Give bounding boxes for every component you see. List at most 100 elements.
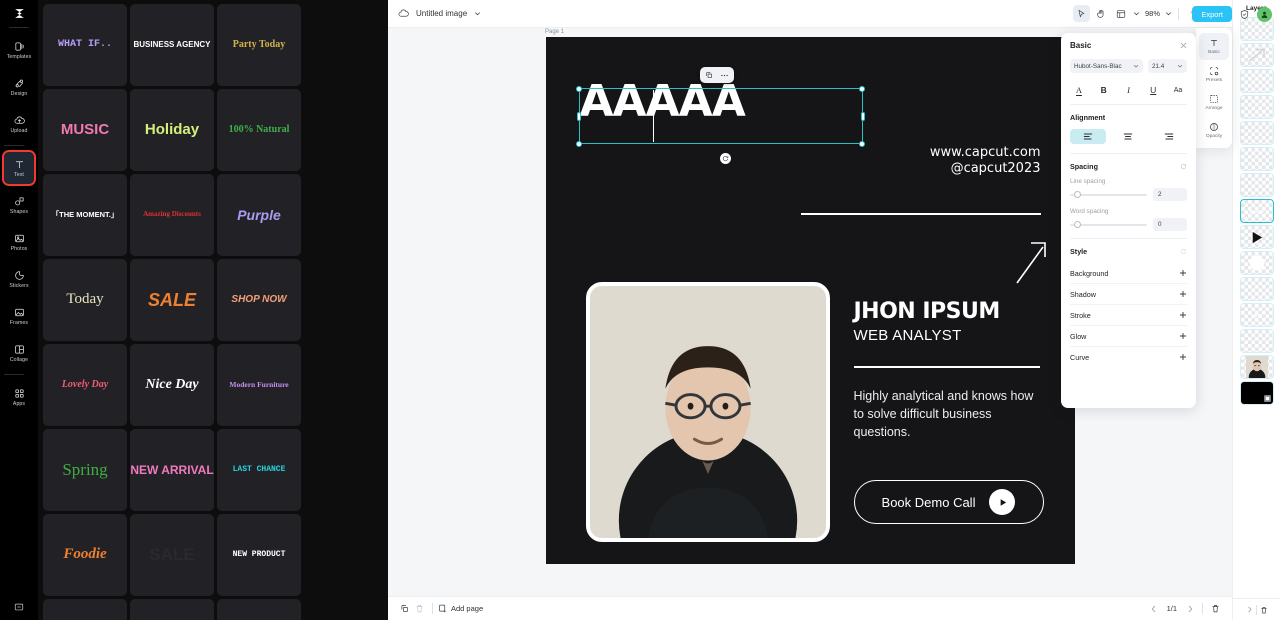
plus-icon[interactable] xyxy=(1179,311,1187,319)
layers-next-icon[interactable] xyxy=(1246,606,1253,613)
layer-empty-3[interactable] xyxy=(1239,95,1274,119)
layer-empty-2[interactable] xyxy=(1239,69,1274,93)
layer-arrow[interactable] xyxy=(1239,43,1274,67)
text-template-8[interactable]: Purple xyxy=(217,174,301,256)
align-left-button[interactable] xyxy=(1070,129,1107,144)
arrow-shape[interactable] xyxy=(1013,237,1053,287)
layer-circle[interactable] xyxy=(1239,251,1274,275)
shield-icon[interactable] xyxy=(1239,9,1250,20)
layer-play[interactable] xyxy=(1239,225,1274,249)
text-template-23[interactable]: SALE xyxy=(217,599,301,620)
trash-icon[interactable] xyxy=(1208,601,1223,616)
layer-photo[interactable] xyxy=(1239,355,1274,379)
resize-handle-top-left[interactable] xyxy=(576,85,582,92)
layer-empty-5[interactable] xyxy=(1239,147,1274,171)
line-spacing-input[interactable]: 2 xyxy=(1153,188,1187,201)
plus-icon[interactable] xyxy=(1179,290,1187,298)
layer-empty-4[interactable] xyxy=(1239,121,1274,145)
line-spacing-knob[interactable] xyxy=(1074,190,1081,198)
text-template-4[interactable]: Holiday xyxy=(130,89,214,171)
add-page-button[interactable]: Add page xyxy=(438,604,483,613)
text-template-12[interactable]: Lovely Day xyxy=(43,344,127,426)
layer-text-aaaaa[interactable]: AAAAA xyxy=(1239,199,1274,223)
bold-button[interactable]: B xyxy=(1097,83,1111,97)
text-template-9[interactable]: Today xyxy=(43,259,127,341)
resize-handle-bottom-right[interactable] xyxy=(859,140,865,147)
sidebar-item-upload[interactable]: Upload xyxy=(4,108,34,140)
text-template-13[interactable]: Nice Day xyxy=(130,344,214,426)
tab-arrange[interactable]: Arrange xyxy=(1199,89,1229,116)
style-row-curve[interactable]: Curve xyxy=(1070,347,1187,367)
hand-icon[interactable] xyxy=(1093,5,1110,22)
prev-page-icon[interactable] xyxy=(1147,601,1162,616)
feedback-icon[interactable] xyxy=(14,602,24,612)
sidebar-item-frames[interactable]: Frames xyxy=(4,300,34,332)
word-spacing-input[interactable]: 0 xyxy=(1153,218,1187,231)
resize-handle-bottom-left[interactable] xyxy=(576,140,582,147)
user-avatar[interactable] xyxy=(1257,6,1272,22)
layer-empty-8[interactable] xyxy=(1239,329,1274,353)
cursor-icon[interactable] xyxy=(1072,5,1090,22)
sidebar-item-design[interactable]: Design xyxy=(4,71,34,103)
style-row-stroke[interactable]: Stroke xyxy=(1070,305,1187,325)
tab-opacity[interactable]: Opacity xyxy=(1199,117,1229,144)
sidebar-item-photos[interactable]: Photos xyxy=(4,226,34,258)
style-reset-icon[interactable] xyxy=(1180,248,1187,255)
align-right-button[interactable] xyxy=(1151,129,1187,144)
delete-page-icon[interactable] xyxy=(412,601,427,616)
website-text-object[interactable]: www.capcut.com @capcut2023 xyxy=(930,145,1041,177)
person-name-text[interactable]: JHON IPSUM xyxy=(854,299,1001,324)
style-row-glow[interactable]: Glow xyxy=(1070,326,1187,346)
resize-handle-top-right[interactable] xyxy=(859,85,865,92)
text-template-16[interactable]: NEW ARRIVAL xyxy=(130,429,214,511)
text-template-15[interactable]: Spring xyxy=(43,429,127,511)
close-icon[interactable] xyxy=(1180,42,1187,49)
layout-chevron-down-icon[interactable] xyxy=(1133,10,1140,17)
text-template-14[interactable]: Modern Furniture xyxy=(217,344,301,426)
resize-handle-right[interactable] xyxy=(860,112,865,121)
artboard[interactable]: AAAAA www.capcut.com @capcut2023 JHON IP… xyxy=(545,37,1075,564)
align-center-button[interactable] xyxy=(1110,129,1146,144)
layout-icon[interactable] xyxy=(1113,5,1130,22)
chevron-down-icon[interactable] xyxy=(474,10,481,17)
tab-basic[interactable]: Basic xyxy=(1199,33,1229,60)
layer-text-name[interactable]: JHON xyxy=(1239,303,1274,327)
underline-button[interactable]: U xyxy=(1146,83,1160,97)
text-template-20[interactable]: NEW PRODUCT xyxy=(217,514,301,596)
plus-icon[interactable] xyxy=(1179,269,1187,277)
text-template-19[interactable]: SALE xyxy=(130,514,214,596)
text-template-11[interactable]: SHOP NOW xyxy=(217,259,301,341)
zoom-chevron-down-icon[interactable] xyxy=(1165,10,1172,17)
text-template-1[interactable]: BUSINESS AGENCY xyxy=(130,4,214,86)
layer-background[interactable] xyxy=(1239,381,1274,405)
cloud-save-icon[interactable] xyxy=(398,8,409,19)
sidebar-item-templates[interactable]: Templates xyxy=(4,34,34,66)
font-color-button[interactable]: A xyxy=(1072,83,1086,97)
text-template-21[interactable]: Find out xyxy=(43,599,127,620)
layer-empty-6[interactable] xyxy=(1239,173,1274,197)
duplicate-icon[interactable] xyxy=(705,71,713,79)
duplicate-page-icon[interactable] xyxy=(397,601,412,616)
document-title[interactable]: Untitled image xyxy=(416,9,467,18)
horizontal-rule-top[interactable] xyxy=(800,213,1041,215)
layers-delete-icon[interactable] xyxy=(1260,606,1268,614)
line-spacing-slider[interactable] xyxy=(1070,190,1147,198)
rotate-handle-icon[interactable] xyxy=(719,153,731,164)
plus-icon[interactable] xyxy=(1179,353,1187,361)
case-button[interactable]: Aa xyxy=(1171,83,1185,97)
resize-handle-left[interactable] xyxy=(576,112,581,121)
text-template-7[interactable]: Amazing Discounts xyxy=(130,174,214,256)
sidebar-item-collage[interactable]: Collage xyxy=(4,337,34,369)
person-description-text[interactable]: Highly analytical and knows how to solve… xyxy=(854,387,1044,441)
text-template-22[interactable]: ORGANIC PRODUCT xyxy=(130,599,214,620)
text-template-18[interactable]: Foodie xyxy=(43,514,127,596)
word-spacing-slider[interactable] xyxy=(1070,220,1147,228)
text-template-10[interactable]: SALE xyxy=(130,259,214,341)
sidebar-item-apps[interactable]: Apps xyxy=(4,381,34,413)
more-options-icon[interactable] xyxy=(720,71,729,80)
book-demo-call-button[interactable]: Book Demo Call xyxy=(853,480,1044,524)
horizontal-rule-bio[interactable] xyxy=(853,366,1040,368)
text-template-3[interactable]: MUSIC xyxy=(43,89,127,171)
tab-presets[interactable]: Presets xyxy=(1199,61,1229,88)
spacing-reset-icon[interactable] xyxy=(1180,163,1187,170)
